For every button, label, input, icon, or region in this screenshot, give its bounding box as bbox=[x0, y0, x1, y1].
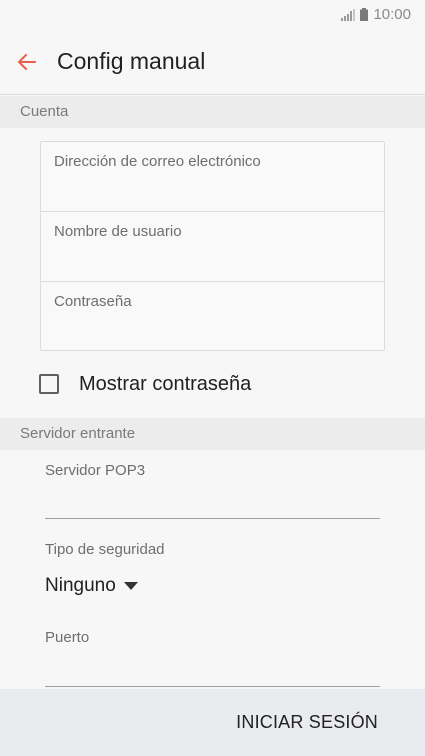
status-time: 10:00 bbox=[373, 6, 411, 23]
pop3-server-label: Servidor POP3 bbox=[45, 462, 146, 479]
status-bar: 10:00 bbox=[0, 0, 425, 28]
port-input[interactable] bbox=[45, 686, 380, 687]
login-button[interactable]: INICIAR SESIÓN bbox=[236, 712, 378, 733]
bottom-bar: INICIAR SESIÓN bbox=[0, 689, 425, 756]
account-fields-card: Dirección de correo electrónico Nombre d… bbox=[40, 141, 385, 351]
arrow-left-icon[interactable] bbox=[15, 50, 39, 74]
page-title: Config manual bbox=[57, 48, 206, 74]
show-password-checkbox[interactable] bbox=[39, 374, 59, 394]
app-bar-divider bbox=[0, 94, 425, 95]
password-field[interactable]: Contraseña bbox=[41, 282, 384, 351]
app-bar: Config manual bbox=[0, 28, 425, 94]
signal-icon bbox=[341, 8, 356, 21]
section-header-account: Cuenta bbox=[0, 96, 425, 128]
security-type-label: Tipo de seguridad bbox=[45, 541, 165, 558]
password-field-placeholder: Contraseña bbox=[54, 293, 132, 310]
section-header-incoming-server: Servidor entrante bbox=[0, 418, 425, 450]
port-label: Puerto bbox=[45, 629, 90, 646]
email-field[interactable]: Dirección de correo electrónico bbox=[41, 142, 384, 212]
show-password-label[interactable]: Mostrar contraseña bbox=[79, 373, 251, 396]
username-field[interactable]: Nombre de usuario bbox=[41, 212, 384, 282]
username-field-placeholder: Nombre de usuario bbox=[54, 223, 182, 240]
show-password-row[interactable]: Mostrar contraseña bbox=[39, 371, 251, 397]
status-icons: 10:00 bbox=[341, 6, 411, 23]
security-type-dropdown[interactable]: Ninguno bbox=[45, 575, 138, 597]
battery-icon bbox=[360, 8, 369, 21]
security-type-value: Ninguno bbox=[45, 575, 116, 596]
email-field-placeholder: Dirección de correo electrónico bbox=[54, 153, 261, 170]
pop3-server-input[interactable] bbox=[45, 518, 380, 519]
caret-down-icon bbox=[123, 582, 138, 590]
